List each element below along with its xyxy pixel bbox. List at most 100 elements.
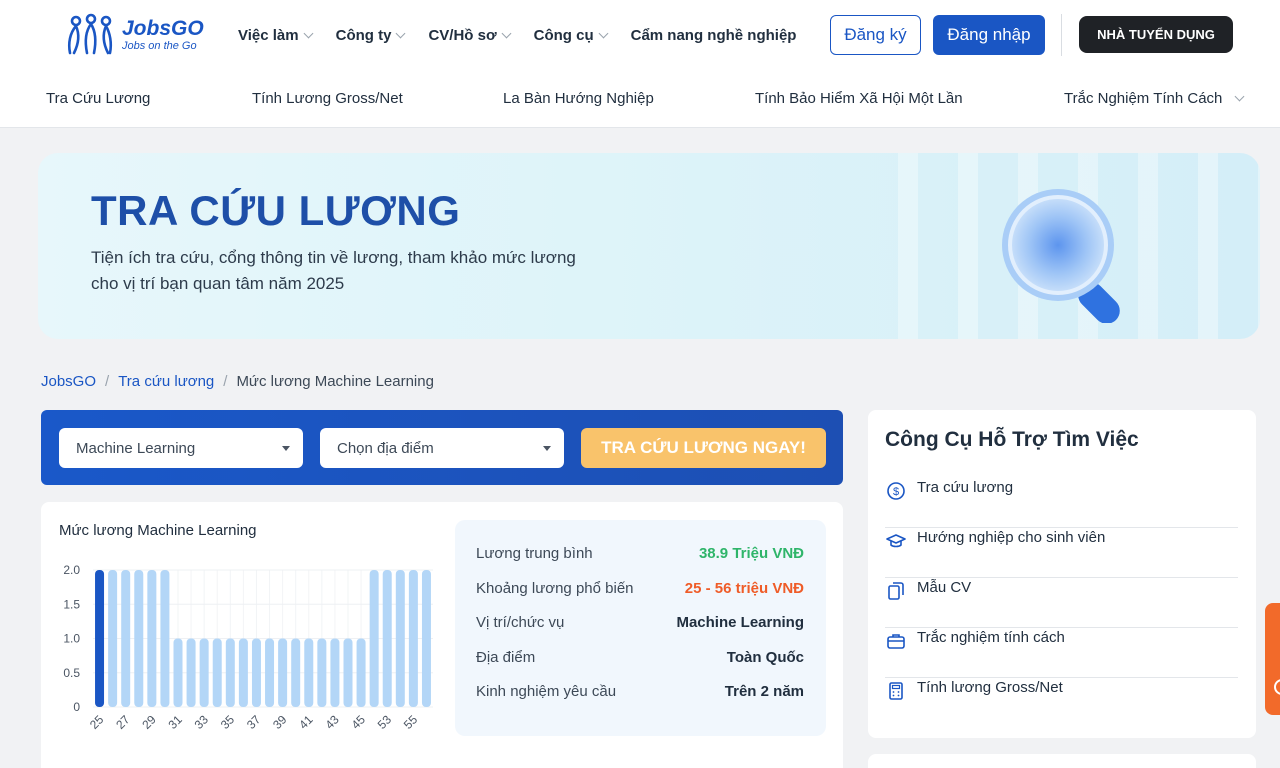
chevron-down-icon (501, 28, 512, 38)
breadcrumb-separator: / (105, 373, 110, 390)
subnav-gross-net[interactable]: Tính Lương Gross/Net (252, 90, 403, 107)
stat-value: Machine Learning (676, 613, 804, 631)
chevron-down-icon (1234, 91, 1245, 102)
chart-bar[interactable] (225, 638, 235, 708)
tools-subnav: Tra Cứu Lương Tính Lương Gross/Net La Bà… (0, 70, 1280, 128)
chart-bar[interactable] (304, 638, 314, 708)
employer-button[interactable]: NHÀ TUYỂN DỤNG (1079, 16, 1233, 53)
dollar-circle-icon: $ (885, 480, 907, 502)
sidebar-item-label: Hướng nghiệp cho sinh viên (917, 529, 1106, 546)
chart-bar[interactable] (382, 570, 392, 707)
y-tick-label: 0.5 (63, 666, 80, 680)
y-tick-label: 2.0 (63, 563, 80, 577)
chart-bar[interactable] (251, 638, 261, 708)
x-tick-label: 33 (192, 712, 212, 732)
sidebar-item-label: Trắc nghiệm tính cách (917, 629, 1065, 646)
stat-label: Lương trung bình (476, 544, 593, 562)
chart-bar[interactable] (212, 638, 222, 708)
x-tick-label: 55 (401, 712, 421, 732)
stat-value: Trên 2 năm (724, 682, 804, 700)
x-tick-label: 39 (270, 712, 290, 732)
sidebar-item-huong-nghiep[interactable]: Hướng nghiệp cho sinh viên (885, 528, 1238, 578)
chart-bar[interactable] (121, 570, 131, 707)
chart-bar[interactable] (238, 638, 248, 708)
floating-feedback-tab[interactable] (1265, 603, 1280, 715)
register-button[interactable]: Đăng ký (830, 15, 921, 55)
nav-cong-cu[interactable]: Công cụ (533, 26, 609, 44)
location-select[interactable]: Chọn địa điểm (320, 428, 564, 468)
nav-cam-nang[interactable]: Cẩm nang nghề nghiệp (631, 27, 797, 44)
chart-bar[interactable] (291, 638, 301, 708)
logo-people-icon (67, 13, 113, 55)
breadcrumb-section[interactable]: Tra cứu lương (118, 373, 214, 390)
sidebar-card-secondary (868, 754, 1256, 768)
main-nav: Việc làm Công ty CV/Hồ sơ Công cụ Cẩm na… (238, 0, 820, 70)
chart-bar[interactable] (108, 570, 118, 707)
subnav-bhxh[interactable]: Tính Bảo Hiểm Xã Hội Một Lần (755, 90, 963, 107)
chart-bar[interactable] (160, 570, 170, 707)
x-tick-label: 35 (218, 712, 238, 732)
chart-bar[interactable] (265, 638, 275, 708)
jobsgo-logo[interactable]: JobsGO Jobs on the Go (64, 13, 204, 57)
breadcrumb-home[interactable]: JobsGO (41, 373, 96, 390)
salary-search-bar: Machine Learning Chọn địa điểm TRA CỨU L… (41, 410, 843, 485)
stat-value: 25 - 56 triệu VNĐ (684, 579, 804, 597)
sidebar-item-mau-cv[interactable]: Mẫu CV (885, 578, 1238, 628)
hero-banner: TRA CỨU LƯƠNG Tiện ích tra cứu, cổng thô… (38, 153, 1260, 339)
sidebar-item-gross-net[interactable]: Tính lương Gross/Net (885, 678, 1238, 728)
chart-bar[interactable] (173, 638, 183, 708)
svg-text:$: $ (893, 486, 899, 498)
x-tick-label: 37 (244, 712, 264, 732)
chart-bar[interactable] (330, 638, 340, 708)
subnav-trac-nghiem[interactable]: Trắc Nghiệm Tính Cách (1064, 90, 1245, 107)
top-header: JobsGO Jobs on the Go Việc làm Công ty C… (0, 0, 1280, 70)
nav-label: Cẩm nang nghề nghiệp (630, 26, 797, 44)
chart-title: Mức lương Machine Learning (59, 522, 257, 539)
chart-bar[interactable] (395, 570, 405, 707)
salary-stats-panel: Lương trung bình 38.9 Triệu VNĐ Khoảng l… (455, 520, 826, 736)
chart-bar[interactable] (408, 570, 418, 707)
x-tick-label: 25 (87, 712, 107, 732)
nav-label: Công cụ (533, 26, 594, 44)
chart-bar[interactable] (278, 638, 288, 708)
feedback-icon (1274, 679, 1280, 695)
subnav-la-ban[interactable]: La Bàn Hướng Nghiệp (503, 90, 654, 107)
stat-range: Khoảng lương phổ biến 25 - 56 triệu VNĐ (476, 577, 804, 599)
x-tick-label: 53 (375, 712, 395, 732)
nav-cong-ty[interactable]: Công ty (335, 26, 406, 44)
sidebar-item-trac-nghiem[interactable]: Trắc nghiệm tính cách (885, 628, 1238, 678)
nav-cv-ho-so[interactable]: CV/Hồ sơ (428, 27, 512, 44)
chart-bar[interactable] (186, 638, 196, 708)
chart-bar[interactable] (317, 638, 327, 708)
stat-label: Kinh nghiệm yêu cầu (476, 682, 617, 700)
chart-bar[interactable] (356, 638, 366, 708)
breadcrumb: JobsGO / Tra cứu lương / Mức lương Machi… (41, 373, 434, 390)
logo-name: JobsGO (122, 17, 204, 40)
job-select[interactable]: Machine Learning (59, 428, 303, 468)
nav-viec-lam[interactable]: Việc làm (238, 27, 314, 44)
chart-bar[interactable] (147, 570, 157, 707)
login-button[interactable]: Đăng nhập (933, 15, 1045, 55)
chart-bar[interactable] (134, 570, 144, 707)
chart-bar[interactable] (343, 638, 353, 708)
sidebar-item-label: Tính lương Gross/Net (917, 679, 1063, 696)
chevron-down-icon (598, 28, 609, 38)
chart-bar[interactable] (421, 570, 431, 707)
document-copy-icon (885, 580, 907, 602)
sidebar-item-tra-cuu-luong[interactable]: $ Tra cứu lương (885, 478, 1238, 528)
calculator-icon (885, 680, 907, 702)
stat-label: Địa điểm (476, 648, 536, 666)
chart-bar[interactable] (95, 570, 105, 707)
subnav-tra-cuu-luong[interactable]: Tra Cứu Lương (46, 90, 150, 107)
nav-label: Công ty (335, 26, 392, 44)
graduation-cap-icon (885, 530, 907, 552)
chart-bar[interactable] (369, 570, 379, 707)
salary-chart-card: Mức lương Machine Learning 0 0.5 1.0 1.5 2.0… (41, 502, 843, 768)
header-divider (1061, 14, 1062, 56)
x-tick-label: 31 (165, 712, 185, 732)
x-tick-label: 43 (322, 712, 342, 732)
search-salary-button[interactable]: TRA CỨU LƯƠNG NGAY! (581, 428, 826, 468)
stat-average: Lương trung bình 38.9 Triệu VNĐ (476, 542, 804, 564)
logo-tagline: Jobs on the Go (122, 40, 197, 52)
chart-bar[interactable] (199, 638, 209, 708)
